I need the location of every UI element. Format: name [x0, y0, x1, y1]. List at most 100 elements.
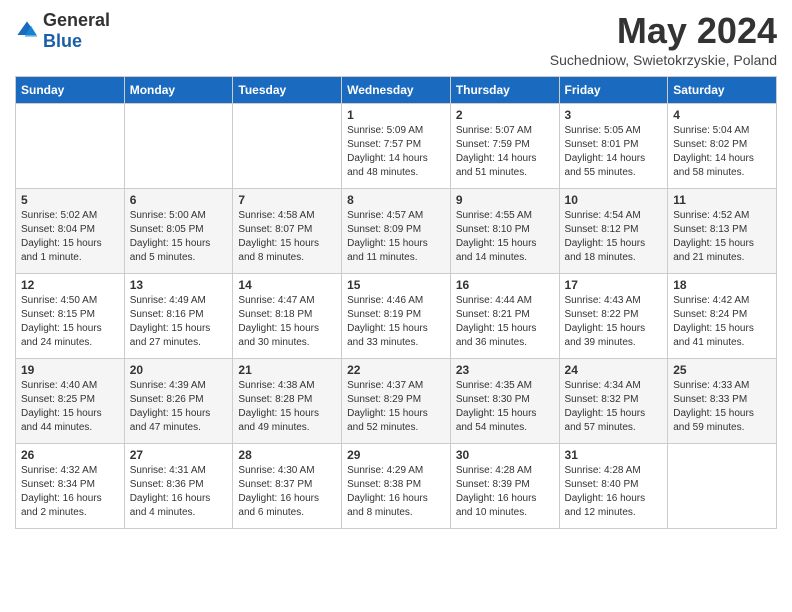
- day-cell: 17 Sunrise: 4:43 AM Sunset: 8:22 PM Dayli…: [559, 274, 668, 359]
- day-cell: 27Sunrise: 4:31 AM Sunset: 8:36 PM Dayli…: [124, 444, 233, 529]
- day-info: Sunrise: 4:38 AM Sunset: 8:28 PM Dayligh…: [238, 379, 336, 435]
- day-number: 14: [238, 278, 336, 292]
- day-number: 22: [347, 363, 445, 377]
- day-info: Sunrise: 4:34 AM Sunset: 8:32 PM Dayligh…: [565, 379, 663, 435]
- day-info: Sunrise: 4:32 AM Sunset: 8:34 PM Dayligh…: [21, 464, 119, 520]
- day-cell: 11Sunrise: 4:52 AM Sunset: 8:13 PM Dayli…: [668, 189, 777, 274]
- day-cell: 3 Sunrise: 5:05 AM Sunset: 8:01 PM Daylig…: [559, 104, 668, 189]
- day-number: 4: [673, 108, 771, 122]
- day-number: 8: [347, 193, 445, 207]
- day-cell: 29 Sunrise: 4:29 AM Sunset: 8:38 PM Dayli…: [342, 444, 451, 529]
- day-cell: 31Sunrise: 4:28 AM Sunset: 8:40 PM Dayli…: [559, 444, 668, 529]
- day-info: Sunrise: 4:43 AM Sunset: 8:22 PM Dayligh…: [565, 294, 663, 350]
- title-block: May 2024 Suchedniow, Swietokrzyskie, Pol…: [550, 10, 777, 68]
- day-cell: 8 Sunrise: 4:57 AM Sunset: 8:09 PM Daylig…: [342, 189, 451, 274]
- column-header-tuesday: Tuesday: [233, 77, 342, 104]
- day-number: 24: [565, 363, 663, 377]
- day-cell: 2 Sunrise: 5:07 AM Sunset: 7:59 PM Daylig…: [450, 104, 559, 189]
- day-info: Sunrise: 4:47 AM Sunset: 8:18 PM Dayligh…: [238, 294, 336, 350]
- day-cell: 20 Sunrise: 4:39 AM Sunset: 8:26 PM Dayli…: [124, 359, 233, 444]
- day-info: Sunrise: 4:35 AM Sunset: 8:30 PM Dayligh…: [456, 379, 554, 435]
- logo-blue: Blue: [43, 31, 82, 51]
- day-info: Sunrise: 4:39 AM Sunset: 8:26 PM Dayligh…: [130, 379, 228, 435]
- day-number: 13: [130, 278, 228, 292]
- day-info: Sunrise: 4:29 AM Sunset: 8:38 PM Dayligh…: [347, 464, 445, 520]
- day-info: Sunrise: 5:05 AM Sunset: 8:01 PM Dayligh…: [565, 124, 663, 180]
- day-number: 27: [130, 448, 228, 462]
- day-info: Sunrise: 4:30 AM Sunset: 8:37 PM Dayligh…: [238, 464, 336, 520]
- day-info: Sunrise: 4:37 AM Sunset: 8:29 PM Dayligh…: [347, 379, 445, 435]
- day-number: 5: [21, 193, 119, 207]
- calendar-header-row: SundayMondayTuesdayWednesdayThursdayFrid…: [16, 77, 777, 104]
- day-cell: 26 Sunrise: 4:32 AM Sunset: 8:34 PM Dayli…: [16, 444, 125, 529]
- day-cell: 7 Sunrise: 4:58 AM Sunset: 8:07 PM Daylig…: [233, 189, 342, 274]
- day-info: Sunrise: 5:02 AM Sunset: 8:04 PM Dayligh…: [21, 209, 119, 265]
- day-info: Sunrise: 4:49 AM Sunset: 8:16 PM Dayligh…: [130, 294, 228, 350]
- day-cell: 22 Sunrise: 4:37 AM Sunset: 8:29 PM Dayli…: [342, 359, 451, 444]
- day-cell: [668, 444, 777, 529]
- column-header-friday: Friday: [559, 77, 668, 104]
- day-info: Sunrise: 4:44 AM Sunset: 8:21 PM Dayligh…: [456, 294, 554, 350]
- day-number: 21: [238, 363, 336, 377]
- day-cell: 24 Sunrise: 4:34 AM Sunset: 8:32 PM Dayli…: [559, 359, 668, 444]
- day-number: 25: [673, 363, 771, 377]
- calendar-body: 1 Sunrise: 5:09 AM Sunset: 7:57 PM Daylig…: [16, 104, 777, 529]
- day-cell: 25Sunrise: 4:33 AM Sunset: 8:33 PM Dayli…: [668, 359, 777, 444]
- day-number: 10: [565, 193, 663, 207]
- day-info: Sunrise: 4:50 AM Sunset: 8:15 PM Dayligh…: [21, 294, 119, 350]
- day-cell: 1 Sunrise: 5:09 AM Sunset: 7:57 PM Daylig…: [342, 104, 451, 189]
- column-header-monday: Monday: [124, 77, 233, 104]
- day-number: 9: [456, 193, 554, 207]
- day-number: 12: [21, 278, 119, 292]
- day-cell: 10 Sunrise: 4:54 AM Sunset: 8:12 PM Dayli…: [559, 189, 668, 274]
- day-number: 18: [673, 278, 771, 292]
- day-info: Sunrise: 4:58 AM Sunset: 8:07 PM Dayligh…: [238, 209, 336, 265]
- week-row-5: 26 Sunrise: 4:32 AM Sunset: 8:34 PM Dayli…: [16, 444, 777, 529]
- month-title: May 2024: [550, 10, 777, 52]
- week-row-4: 19 Sunrise: 4:40 AM Sunset: 8:25 PM Dayli…: [16, 359, 777, 444]
- day-cell: 6 Sunrise: 5:00 AM Sunset: 8:05 PM Daylig…: [124, 189, 233, 274]
- day-cell: 30Sunrise: 4:28 AM Sunset: 8:39 PM Dayli…: [450, 444, 559, 529]
- day-cell: 12 Sunrise: 4:50 AM Sunset: 8:15 PM Dayli…: [16, 274, 125, 359]
- day-info: Sunrise: 4:54 AM Sunset: 8:12 PM Dayligh…: [565, 209, 663, 265]
- day-info: Sunrise: 5:07 AM Sunset: 7:59 PM Dayligh…: [456, 124, 554, 180]
- day-number: 3: [565, 108, 663, 122]
- week-row-3: 12 Sunrise: 4:50 AM Sunset: 8:15 PM Dayli…: [16, 274, 777, 359]
- day-cell: 19 Sunrise: 4:40 AM Sunset: 8:25 PM Dayli…: [16, 359, 125, 444]
- day-cell: [124, 104, 233, 189]
- day-info: Sunrise: 4:57 AM Sunset: 8:09 PM Dayligh…: [347, 209, 445, 265]
- day-number: 2: [456, 108, 554, 122]
- column-header-sunday: Sunday: [16, 77, 125, 104]
- day-cell: 5 Sunrise: 5:02 AM Sunset: 8:04 PM Daylig…: [16, 189, 125, 274]
- day-info: Sunrise: 4:28 AM Sunset: 8:39 PM Dayligh…: [456, 464, 554, 520]
- day-number: 17: [565, 278, 663, 292]
- day-number: 28: [238, 448, 336, 462]
- day-number: 1: [347, 108, 445, 122]
- day-info: Sunrise: 4:46 AM Sunset: 8:19 PM Dayligh…: [347, 294, 445, 350]
- column-header-wednesday: Wednesday: [342, 77, 451, 104]
- day-info: Sunrise: 4:52 AM Sunset: 8:13 PM Dayligh…: [673, 209, 771, 265]
- day-info: Sunrise: 5:04 AM Sunset: 8:02 PM Dayligh…: [673, 124, 771, 180]
- day-info: Sunrise: 4:42 AM Sunset: 8:24 PM Dayligh…: [673, 294, 771, 350]
- logo-text: General Blue: [43, 10, 110, 52]
- day-number: 16: [456, 278, 554, 292]
- day-cell: 9 Sunrise: 4:55 AM Sunset: 8:10 PM Daylig…: [450, 189, 559, 274]
- day-cell: 15 Sunrise: 4:46 AM Sunset: 8:19 PM Dayli…: [342, 274, 451, 359]
- day-number: 26: [21, 448, 119, 462]
- logo-icon: [15, 19, 39, 43]
- day-info: Sunrise: 4:40 AM Sunset: 8:25 PM Dayligh…: [21, 379, 119, 435]
- day-cell: 21 Sunrise: 4:38 AM Sunset: 8:28 PM Dayli…: [233, 359, 342, 444]
- day-info: Sunrise: 5:00 AM Sunset: 8:05 PM Dayligh…: [130, 209, 228, 265]
- day-number: 15: [347, 278, 445, 292]
- day-info: Sunrise: 4:55 AM Sunset: 8:10 PM Dayligh…: [456, 209, 554, 265]
- day-number: 20: [130, 363, 228, 377]
- day-info: Sunrise: 5:09 AM Sunset: 7:57 PM Dayligh…: [347, 124, 445, 180]
- location-title: Suchedniow, Swietokrzyskie, Poland: [550, 52, 777, 68]
- day-cell: 18 Sunrise: 4:42 AM Sunset: 8:24 PM Dayli…: [668, 274, 777, 359]
- logo: General Blue: [15, 10, 110, 52]
- week-row-1: 1 Sunrise: 5:09 AM Sunset: 7:57 PM Daylig…: [16, 104, 777, 189]
- day-number: 29: [347, 448, 445, 462]
- day-number: 7: [238, 193, 336, 207]
- day-number: 6: [130, 193, 228, 207]
- day-number: 19: [21, 363, 119, 377]
